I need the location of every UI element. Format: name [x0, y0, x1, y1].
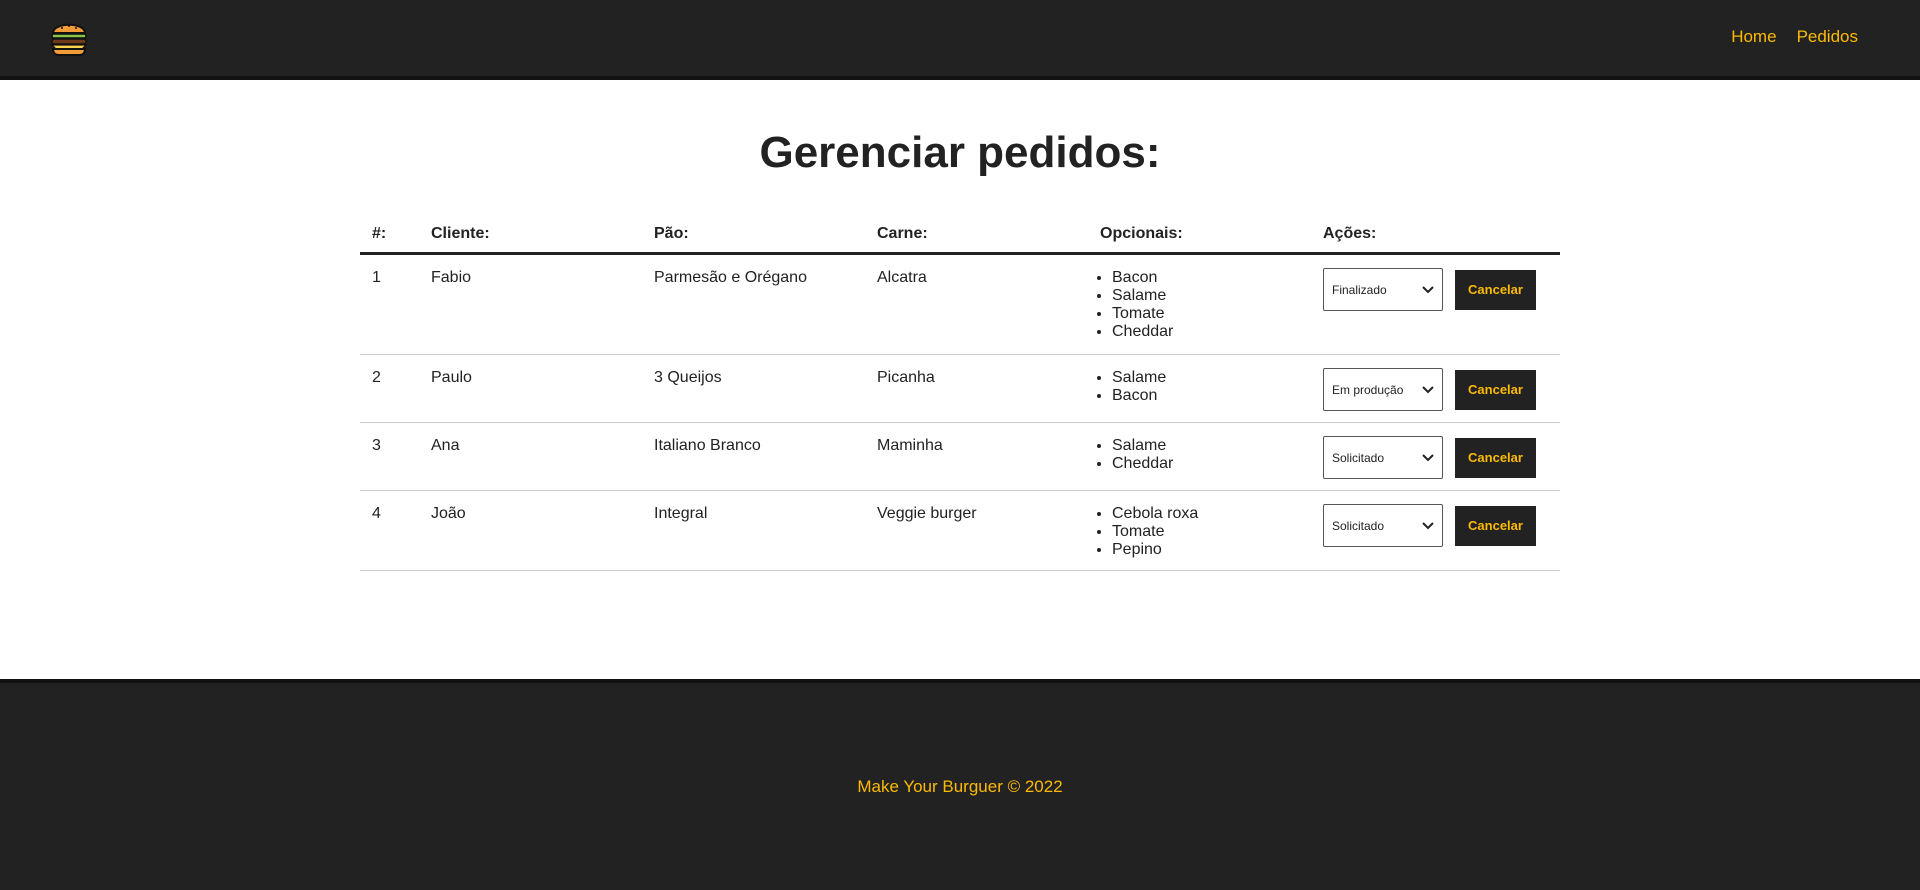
status-select-value: Finalizado — [1332, 282, 1387, 297]
order-actions: Solicitado Cancelar — [1311, 491, 1560, 547]
opcional-item: Cheddar — [1112, 323, 1311, 341]
order-id: 4 — [372, 505, 381, 522]
status-select[interactable]: Em produção — [1323, 368, 1443, 411]
main-content: Gerenciar pedidos: #: Cliente: Pão: Carn… — [0, 80, 1920, 680]
order-carne: Maminha — [877, 437, 943, 454]
order-actions: Finalizado Cancelar — [1311, 255, 1560, 311]
opcional-item: Salame — [1112, 369, 1311, 387]
cancel-button[interactable]: Cancelar — [1455, 269, 1536, 310]
chevron-down-icon — [1422, 521, 1434, 529]
table-row: 4 João Integral Veggie burger Cebola rox… — [360, 491, 1560, 571]
opcional-item: Salame — [1112, 287, 1311, 305]
cancel-button[interactable]: Cancelar — [1455, 505, 1536, 546]
order-cliente: Fabio — [431, 269, 472, 286]
navbar: Home Pedidos — [0, 0, 1920, 80]
cancel-button[interactable]: Cancelar — [1455, 369, 1536, 410]
header-pao: Pão: — [654, 224, 689, 242]
nav-link-home[interactable]: Home — [1731, 27, 1776, 47]
orders-table: #: Cliente: Pão: Carne: Opcionais: Ações… — [360, 215, 1560, 571]
opcional-item: Tomate — [1112, 523, 1311, 541]
order-pao: Italiano Branco — [654, 437, 761, 454]
status-select-value: Solicitado — [1332, 518, 1385, 533]
header-opcionais: Opcionais: — [1100, 224, 1183, 242]
status-select[interactable]: Solicitado — [1323, 436, 1443, 479]
header-cliente: Cliente: — [431, 224, 490, 242]
main-nav: Home Pedidos — [1731, 27, 1858, 47]
order-opcionais: Bacon Salame Tomate Cheddar — [1088, 255, 1311, 341]
chevron-down-icon — [1422, 285, 1434, 293]
chevron-down-icon — [1422, 385, 1434, 393]
opcional-item: Cebola roxa — [1112, 505, 1311, 523]
footer-copyright: Make Your Burguer © 2022 — [857, 776, 1063, 796]
opcional-item: Bacon — [1112, 387, 1311, 405]
cancel-button[interactable]: Cancelar — [1455, 437, 1536, 478]
order-id: 2 — [372, 369, 381, 386]
status-select-value: Em produção — [1332, 382, 1404, 397]
table-row: 1 Fabio Parmesão e Orégano Alcatra Bacon… — [360, 255, 1560, 355]
order-pao: Parmesão e Orégano — [654, 269, 807, 286]
opcional-item: Bacon — [1112, 269, 1311, 287]
opcional-item: Cheddar — [1112, 455, 1311, 473]
page-title: Gerenciar pedidos: — [759, 128, 1161, 177]
nav-link-pedidos[interactable]: Pedidos — [1797, 27, 1858, 47]
opcional-item: Salame — [1112, 437, 1311, 455]
status-select[interactable]: Solicitado — [1323, 504, 1443, 547]
order-carne: Veggie burger — [877, 505, 977, 522]
opcional-item: Tomate — [1112, 305, 1311, 323]
order-carne: Picanha — [877, 369, 935, 386]
order-actions: Em produção Cancelar — [1311, 355, 1560, 411]
status-select[interactable]: Finalizado — [1323, 268, 1443, 311]
header-carne: Carne: — [877, 224, 928, 242]
order-cliente: Paulo — [431, 369, 472, 386]
status-select-value: Solicitado — [1332, 450, 1385, 465]
order-opcionais: Cebola roxa Tomate Pepino — [1088, 491, 1311, 559]
table-row: 3 Ana Italiano Branco Maminha Salame Che… — [360, 423, 1560, 491]
opcional-item: Pepino — [1112, 541, 1311, 559]
order-id: 1 — [372, 269, 381, 286]
burger-icon[interactable] — [49, 16, 89, 58]
order-opcionais: Salame Cheddar — [1088, 423, 1311, 473]
footer: Make Your Burguer © 2022 — [0, 679, 1920, 890]
order-pao: Integral — [654, 505, 708, 522]
order-carne: Alcatra — [877, 269, 927, 286]
order-pao: 3 Queijos — [654, 369, 722, 386]
order-id: 3 — [372, 437, 381, 454]
table-header: #: Cliente: Pão: Carne: Opcionais: Ações… — [360, 215, 1560, 255]
order-cliente: João — [431, 505, 466, 522]
header-id: #: — [372, 224, 387, 242]
table-row: 2 Paulo 3 Queijos Picanha Salame Bacon E… — [360, 355, 1560, 423]
header-acoes: Ações: — [1323, 224, 1377, 242]
chevron-down-icon — [1422, 453, 1434, 461]
order-opcionais: Salame Bacon — [1088, 355, 1311, 405]
order-cliente: Ana — [431, 437, 460, 454]
order-actions: Solicitado Cancelar — [1311, 423, 1560, 479]
